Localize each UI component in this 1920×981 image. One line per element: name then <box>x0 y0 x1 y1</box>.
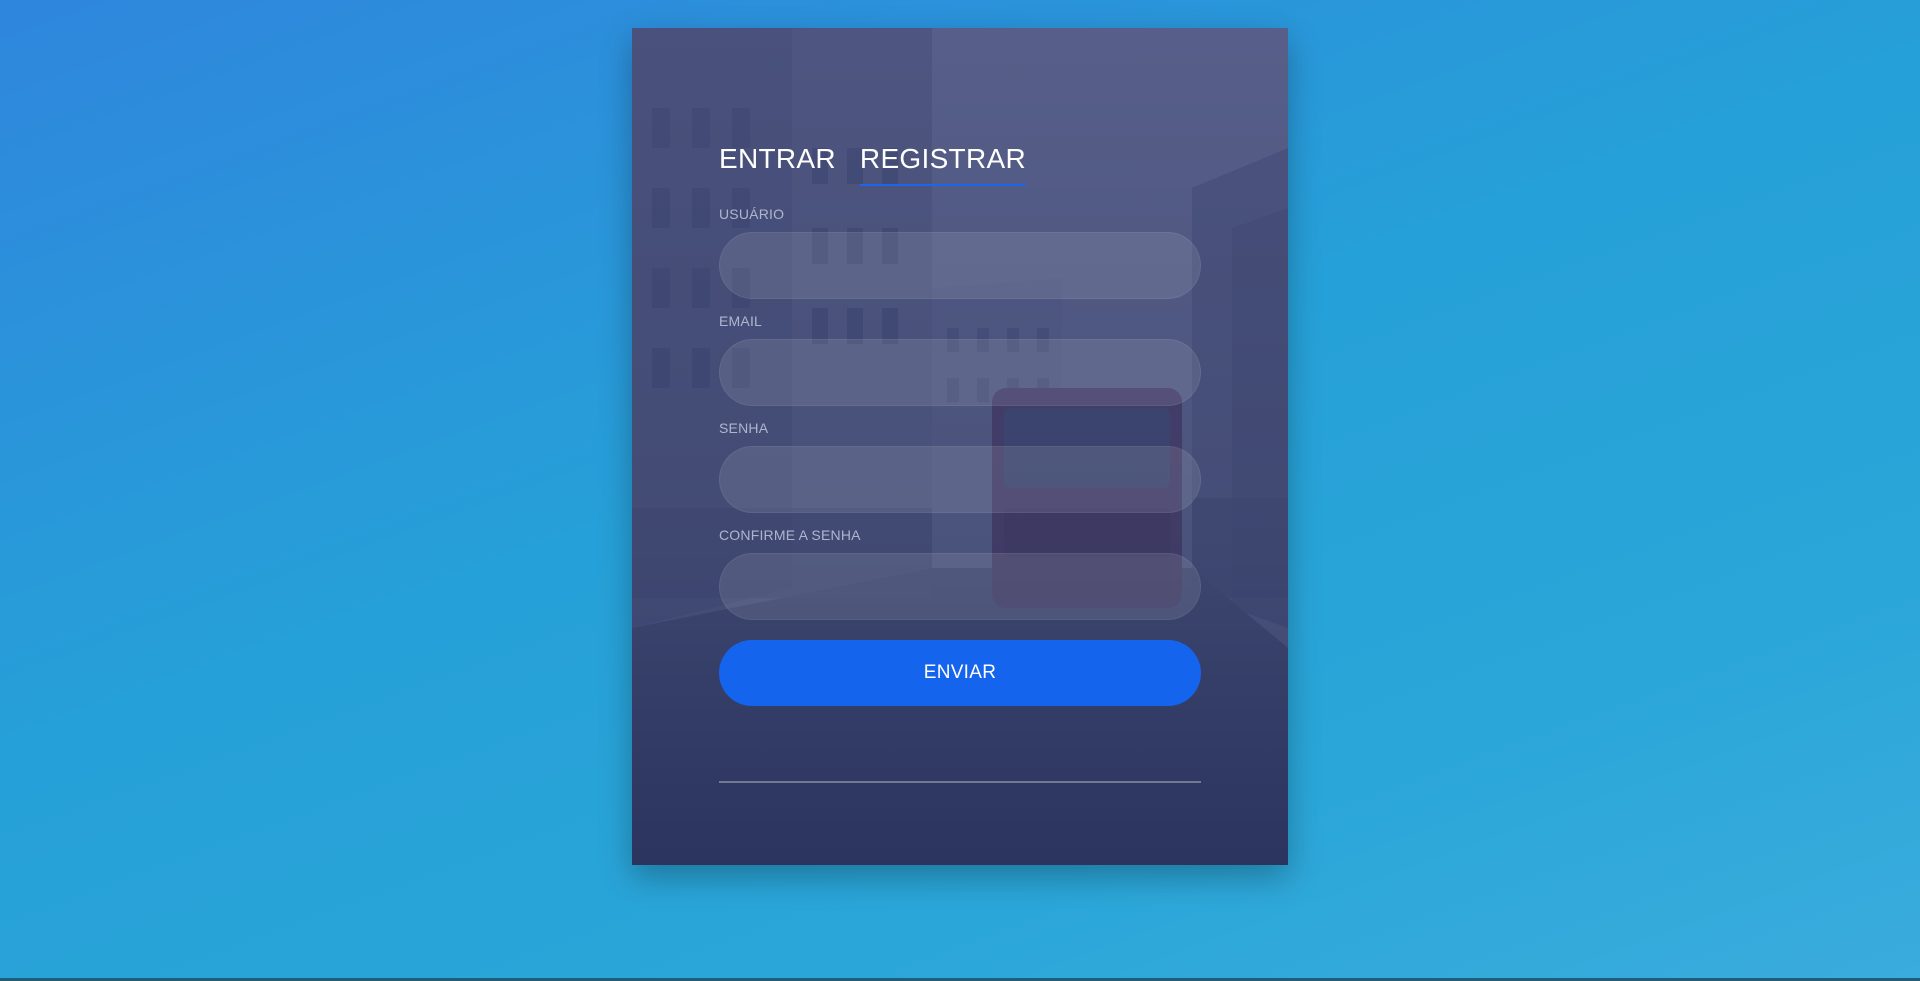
email-input[interactable] <box>719 339 1201 406</box>
password-label: SENHA <box>719 420 769 436</box>
form-divider <box>719 781 1201 783</box>
register-card: ENTRAR REGISTRAR USUÁRIO EMAIL SENHA CON… <box>632 28 1288 865</box>
username-label: USUÁRIO <box>719 206 785 222</box>
password-input[interactable] <box>719 446 1201 513</box>
confirm-password-label: CONFIRME A SENHA <box>719 527 861 543</box>
submit-button[interactable]: ENVIAR <box>719 640 1201 706</box>
username-input[interactable] <box>719 232 1201 299</box>
auth-tabs: ENTRAR REGISTRAR <box>719 142 1201 192</box>
email-label: EMAIL <box>719 313 763 329</box>
register-form: ENTRAR REGISTRAR USUÁRIO EMAIL SENHA CON… <box>719 142 1201 783</box>
tab-register[interactable]: REGISTRAR <box>859 142 1027 186</box>
confirm-password-input[interactable] <box>719 553 1201 620</box>
tab-login[interactable]: ENTRAR <box>719 142 836 186</box>
